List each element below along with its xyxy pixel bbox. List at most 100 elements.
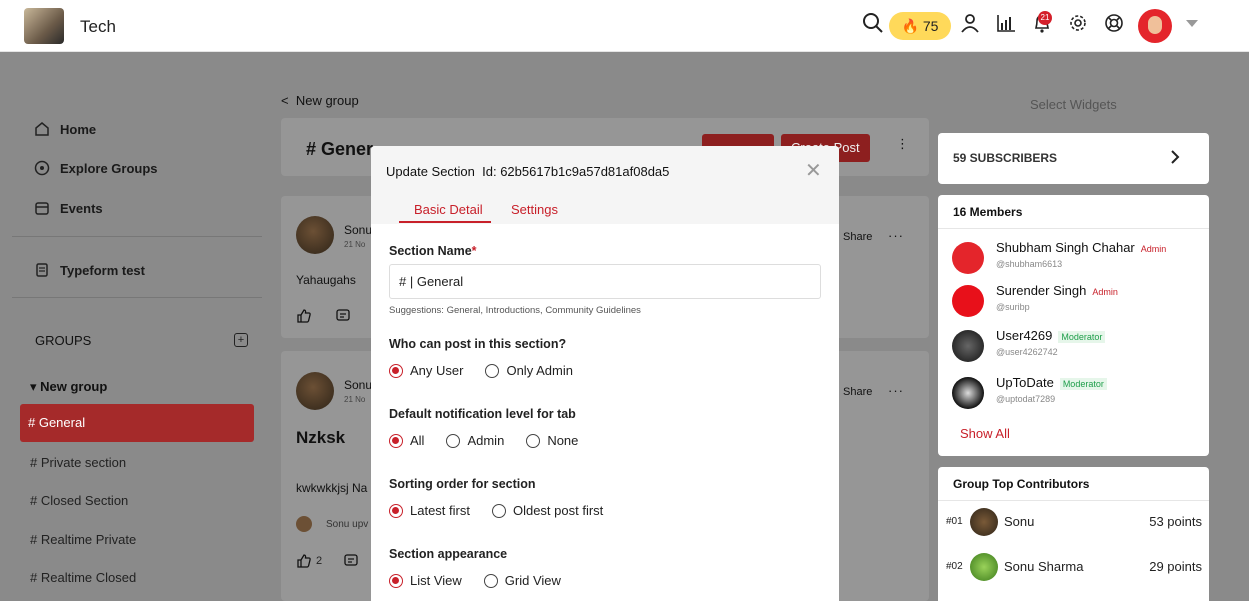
member-role: Moderator <box>1058 331 1106 343</box>
channel-item-private-section[interactable]: # Private section <box>30 455 126 470</box>
add-group-icon[interactable]: + <box>234 333 248 347</box>
post-more-icon[interactable]: ··· <box>888 383 904 398</box>
post-date: 21 No <box>344 240 366 249</box>
divider <box>938 500 1209 501</box>
post-author[interactable]: Sonu <box>344 223 372 237</box>
contributor-rank: #02 <box>946 561 963 572</box>
contributor-row[interactable]: #01 Sonu 53 points <box>946 508 1202 536</box>
avatar <box>952 377 984 409</box>
help-lifebuoy-icon[interactable] <box>1101 12 1127 38</box>
member-name: Shubham Singh Chahar <box>996 240 1135 255</box>
streak-badge[interactable]: 🔥 75 <box>889 12 951 40</box>
comment-icon[interactable] <box>335 308 351 329</box>
chevron-down-icon[interactable] <box>1186 20 1198 27</box>
profile-avatar[interactable] <box>1138 9 1172 43</box>
sidebar-item-home[interactable]: Home <box>34 121 96 137</box>
sidebar-divider <box>12 297 262 298</box>
sidebar-item-explore-groups[interactable]: Explore Groups <box>34 160 158 176</box>
top-bar: Tech 🔥 75 21 <box>0 0 1249 52</box>
sorting-order-label: Sorting order for section <box>389 477 536 491</box>
member-role: Moderator <box>1059 378 1107 390</box>
chevron-right-icon[interactable] <box>1168 148 1182 171</box>
sidebar-item-label: Typeform test <box>60 262 145 278</box>
radio-none[interactable]: None <box>526 433 578 448</box>
channel-item-realtime-closed[interactable]: # Realtime Closed <box>30 570 136 585</box>
member-row[interactable]: Surender Singh Admin @suribp <box>952 283 1202 325</box>
radio-admin[interactable]: Admin <box>446 433 504 448</box>
who-can-post-radio-group: Any User Only Admin <box>389 363 595 378</box>
sidebar-item-typeform-test[interactable]: Typeform test <box>34 262 145 278</box>
group-toggle-new-group[interactable]: ▾ New group <box>30 379 107 395</box>
upvote-text: Sonu upv <box>326 519 369 530</box>
radio-label: Oldest post first <box>512 503 604 518</box>
update-section-modal: Update Section Id: 62b5617b1c9a57d81af08… <box>371 146 839 601</box>
channel-item-general[interactable]: # General <box>20 404 254 442</box>
right-sidebar: Select Widgets 59 SUBSCRIBERS 16 Members… <box>938 53 1210 601</box>
tab-basic-detail[interactable]: Basic Detail <box>414 202 483 217</box>
avatar[interactable] <box>296 216 334 254</box>
sidebar-item-events[interactable]: Events <box>34 200 103 216</box>
avatar <box>952 285 984 317</box>
share-button[interactable]: Share <box>843 386 872 398</box>
contributor-points: 53 points <box>1149 514 1202 529</box>
select-widgets-label[interactable]: Select Widgets <box>1030 97 1117 112</box>
section-menu-icon[interactable]: ⋮ <box>896 136 910 152</box>
like-icon[interactable] <box>296 308 312 329</box>
sidebar-item-label: Home <box>60 121 97 137</box>
avatar <box>970 508 998 536</box>
like-button[interactable]: 2 <box>296 553 322 569</box>
radio-only-admin[interactable]: Only Admin <box>485 363 573 378</box>
radio-grid-view[interactable]: Grid View <box>483 573 561 588</box>
close-icon[interactable]: ✕ <box>805 158 822 183</box>
share-button[interactable]: Share <box>843 231 872 243</box>
contributor-row[interactable]: #02 Sonu Sharma 29 points <box>946 553 1202 581</box>
channel-item-closed-section[interactable]: # Closed Section <box>30 493 128 508</box>
radio-label: Any User <box>410 363 464 378</box>
community-name[interactable]: Tech <box>80 17 116 37</box>
channel-item-realtime-private[interactable]: # Realtime Private <box>30 532 136 547</box>
contributor-name: Sonu <box>1004 514 1035 529</box>
avatar[interactable] <box>296 372 334 410</box>
channel-label: Private section <box>40 455 127 470</box>
member-name: UpToDate <box>996 375 1054 390</box>
compass-icon <box>34 160 50 176</box>
breadcrumb[interactable]: < New group <box>281 93 359 108</box>
sidebar-item-label: Explore Groups <box>60 160 158 176</box>
subscribers-card[interactable]: 59 SUBSCRIBERS <box>938 133 1209 184</box>
community-logo[interactable] <box>24 8 64 44</box>
post-author[interactable]: Sonu <box>344 378 372 392</box>
radio-list-view[interactable]: List View <box>389 573 462 588</box>
post-more-icon[interactable]: ··· <box>888 228 904 243</box>
group-name: New group <box>40 379 108 394</box>
show-all-link[interactable]: Show All <box>960 426 1010 441</box>
member-row[interactable]: UpToDate Moderator @uptodat7289 <box>952 375 1202 417</box>
search-icon[interactable] <box>860 12 886 38</box>
avatar <box>296 516 312 532</box>
radio-all[interactable]: All <box>389 433 424 448</box>
radio-label: None <box>547 433 579 448</box>
radio-label: All <box>410 433 425 448</box>
radio-oldest-post-first[interactable]: Oldest post first <box>491 503 604 518</box>
section-id: Id: 62b5617b1c9a57d81af08da5 <box>482 164 670 179</box>
left-sidebar: Home Explore Groups Events Typeform test… <box>0 53 270 601</box>
analytics-icon[interactable] <box>993 12 1019 38</box>
member-name: Surender Singh <box>996 283 1087 298</box>
settings-icon[interactable] <box>1065 12 1091 38</box>
section-name-input[interactable]: # | General <box>389 264 821 299</box>
radio-label: Only Admin <box>506 363 573 378</box>
channel-label: Closed Section <box>40 493 129 508</box>
tab-settings[interactable]: Settings <box>511 202 558 217</box>
member-row[interactable]: Shubham Singh Chahar Admin @shubham6613 <box>952 240 1202 282</box>
radio-any-user[interactable]: Any User <box>389 363 463 378</box>
member-name: User4269 <box>996 328 1053 343</box>
radio-label: List View <box>410 573 462 588</box>
comment-icon[interactable] <box>343 553 359 574</box>
divider <box>938 228 1209 229</box>
section-title: # Gener <box>306 139 374 159</box>
avatar <box>952 330 984 362</box>
section-name-label: Section Name* <box>389 244 477 258</box>
user-icon[interactable] <box>957 12 983 38</box>
member-row[interactable]: User4269 Moderator @user4262742 <box>952 328 1202 370</box>
contributor-name: Sonu Sharma <box>1004 559 1084 574</box>
radio-latest-first[interactable]: Latest first <box>389 503 470 518</box>
